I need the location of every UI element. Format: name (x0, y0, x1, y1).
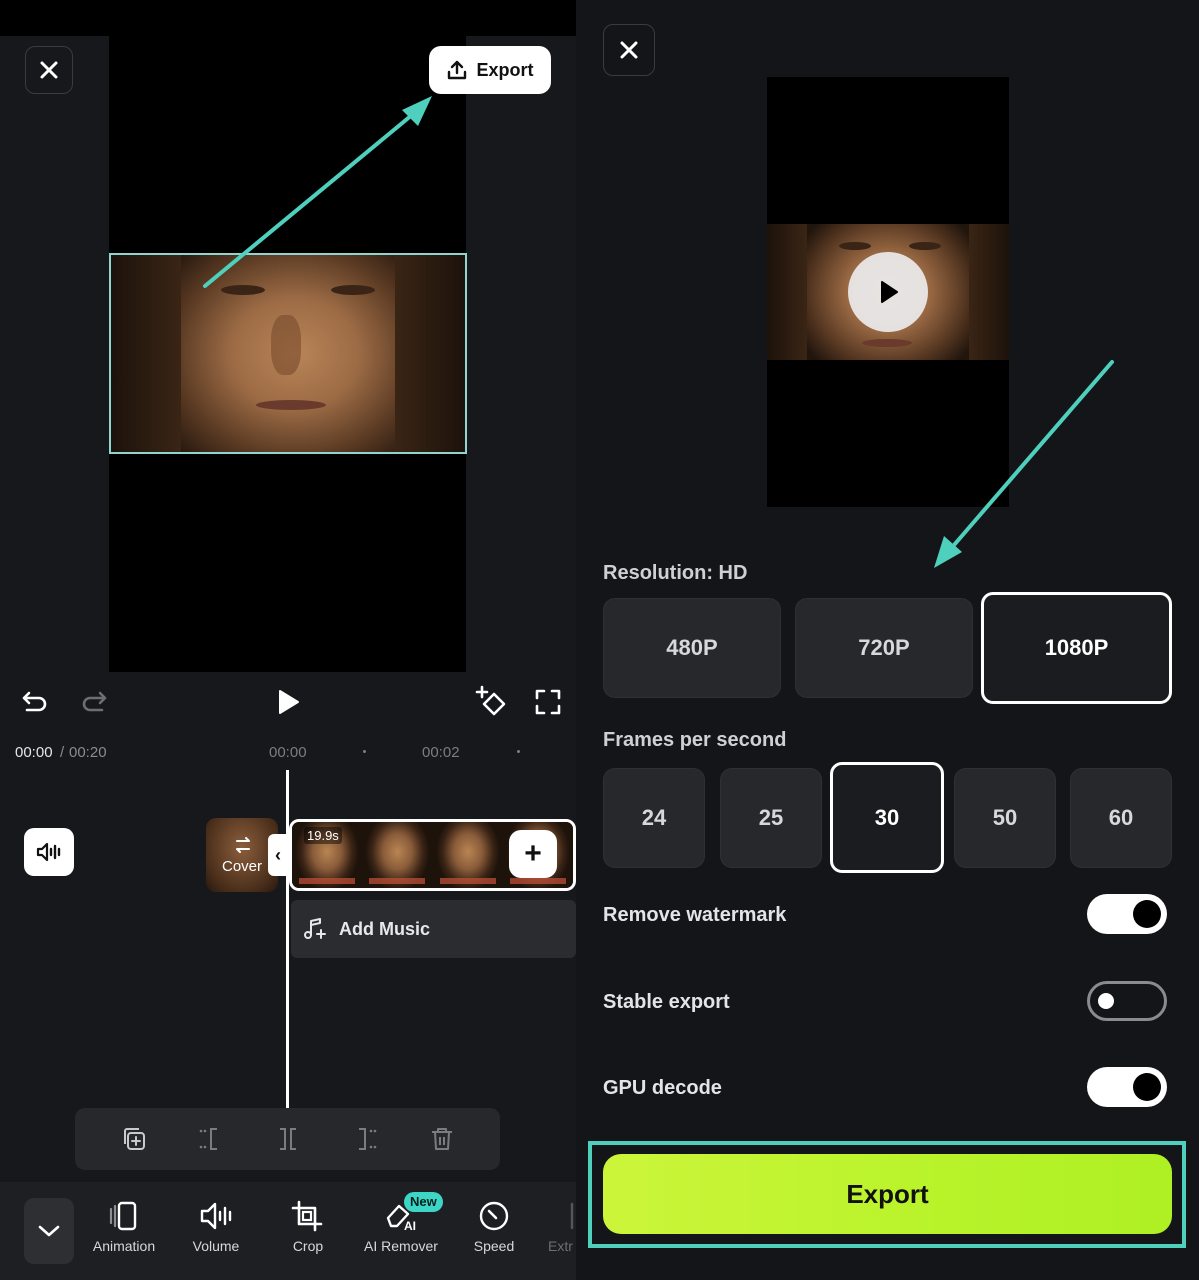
chevron-down-icon (38, 1225, 60, 1237)
bottom-toolbar: Animation Volume Crop AI AI Remover Spee… (0, 1182, 576, 1280)
volume-icon (200, 1202, 232, 1230)
tool-label: Speed (473, 1238, 515, 1254)
trash-icon (431, 1128, 452, 1150)
close-icon (620, 41, 638, 59)
tool-label: Crop (292, 1238, 324, 1254)
fps-30[interactable]: 30 (830, 762, 944, 873)
tool-extract[interactable]: Extr (530, 1200, 576, 1270)
speaker-icon (36, 842, 61, 862)
fps-24[interactable]: 24 (603, 768, 705, 868)
trim-start-button[interactable] (193, 1121, 229, 1157)
tool-label: Extr (548, 1238, 573, 1254)
fps-50[interactable]: 50 (954, 768, 1056, 868)
stable-export-toggle[interactable] (1087, 981, 1167, 1021)
close-icon (40, 61, 58, 79)
undo-button[interactable] (17, 684, 53, 720)
trim-end-button[interactable] (347, 1121, 383, 1157)
close-button[interactable] (25, 46, 73, 94)
playhead[interactable] (286, 770, 289, 1108)
delete-button[interactable] (424, 1121, 460, 1157)
trim-start-icon (199, 1128, 217, 1150)
split-icon (279, 1128, 296, 1150)
extract-icon (570, 1202, 574, 1230)
ruler-tick: 00:00 (269, 744, 307, 761)
keyframe-icon (475, 685, 506, 716)
tool-label: AI Remover (364, 1238, 438, 1254)
swap-icon (236, 837, 250, 853)
clip-trim-handle[interactable]: ‹ (268, 834, 288, 876)
add-clip-button[interactable]: + (509, 830, 557, 878)
add-music-label: Add Music (339, 918, 431, 939)
gpu-decode-toggle[interactable] (1087, 1067, 1167, 1107)
tool-speed[interactable]: Speed (448, 1200, 540, 1270)
fps-label: Frames per second (603, 729, 787, 751)
playback-controls (0, 672, 576, 732)
gpu-decode-label: GPU decode (603, 1077, 722, 1099)
tool-label: Volume (192, 1238, 240, 1254)
redo-icon (82, 691, 107, 712)
resolution-1080p[interactable]: 1080P (981, 592, 1172, 704)
status-bar (0, 0, 576, 36)
crop-icon (291, 1200, 323, 1232)
clip-edit-toolbar (75, 1108, 500, 1170)
ruler-tick: 00:02 (422, 744, 460, 761)
upload-icon (448, 60, 467, 80)
ruler-dot (517, 750, 520, 753)
ruler-dot (363, 750, 366, 753)
clip-duration-badge: 19.9s (304, 827, 342, 844)
fps-25[interactable]: 25 (720, 768, 822, 868)
new-badge: New (404, 1192, 443, 1212)
collapse-button[interactable] (24, 1198, 74, 1264)
preview-play-button[interactable] (848, 252, 928, 332)
resolution-720p[interactable]: 720P (795, 598, 973, 698)
play-icon (279, 690, 299, 714)
remove-watermark-toggle[interactable] (1087, 894, 1167, 934)
tool-crop[interactable]: Crop (262, 1200, 354, 1270)
fullscreen-button[interactable] (530, 684, 566, 720)
fps-60[interactable]: 60 (1070, 768, 1172, 868)
tool-animation[interactable]: Animation (78, 1200, 170, 1270)
duplicate-button[interactable] (116, 1121, 152, 1157)
export-button[interactable]: Export (429, 46, 551, 94)
undo-icon (22, 691, 47, 712)
export-confirm-button[interactable]: Export (603, 1154, 1172, 1234)
play-button[interactable] (270, 684, 306, 720)
svg-text:AI: AI (404, 1219, 416, 1232)
close-button[interactable] (603, 24, 655, 76)
music-add-icon (304, 918, 326, 939)
tool-label: Animation (92, 1238, 156, 1254)
preview-clip-selection[interactable] (109, 253, 467, 454)
redo-button[interactable] (76, 684, 112, 720)
resolution-label: Resolution: HD (603, 562, 748, 584)
duplicate-icon (123, 1128, 145, 1150)
stable-export-label: Stable export (603, 991, 730, 1013)
remove-watermark-label: Remove watermark (603, 904, 787, 926)
resolution-480p[interactable]: 480P (603, 598, 781, 698)
speed-icon (479, 1201, 509, 1231)
animation-icon (109, 1201, 137, 1231)
total-time: 00:20 (69, 744, 107, 761)
play-icon (881, 281, 898, 303)
add-music-button[interactable]: Add Music (291, 900, 576, 958)
fullscreen-icon (535, 689, 561, 715)
tool-volume[interactable]: Volume (170, 1200, 262, 1270)
current-time: 00:00 (15, 744, 53, 761)
time-separator: / (60, 744, 65, 761)
timeline-ruler[interactable]: 00:00 / 00:20 00:00 00:02 (0, 736, 576, 766)
keyframe-button[interactable] (474, 684, 510, 720)
plus-icon: + (524, 837, 542, 870)
split-button[interactable] (270, 1121, 306, 1157)
export-button-label: Export (476, 59, 534, 80)
original-audio-button[interactable] (24, 828, 74, 876)
trim-end-icon (358, 1128, 376, 1150)
